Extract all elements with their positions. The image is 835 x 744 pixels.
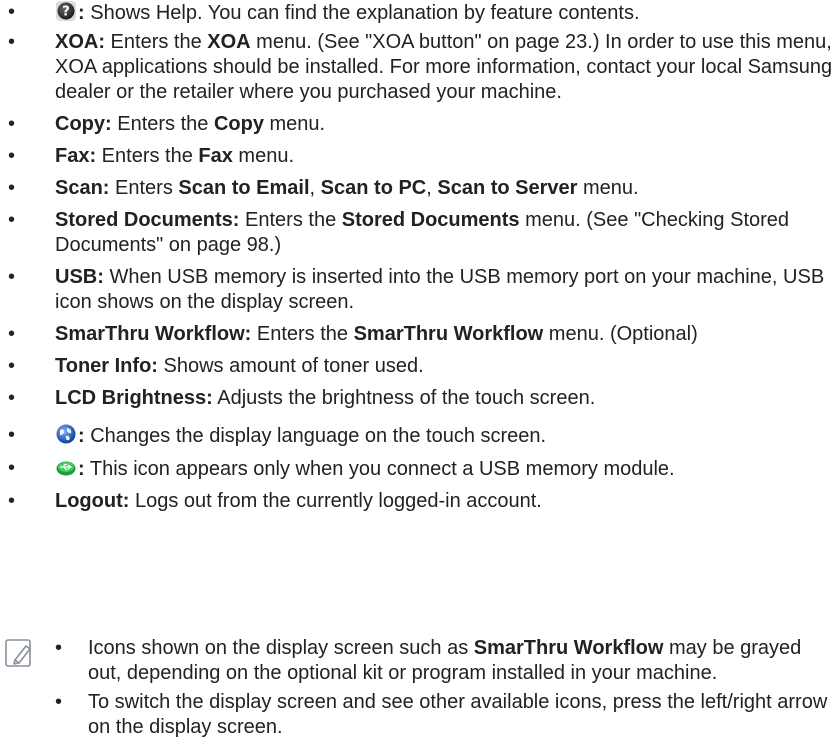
- fax-text-2: menu.: [232, 145, 295, 167]
- note-item: • Icons shown on the display screen such…: [0, 636, 835, 686]
- copy-text-2: menu.: [263, 113, 326, 135]
- list-item-fax: • Fax: Enters the Fax menu.: [0, 144, 835, 169]
- language-description: Changes the display language on the touc…: [84, 425, 547, 447]
- stored-menu-name: Stored Documents: [341, 209, 520, 231]
- list-item-scan: • Scan: Enters Scan to Email, Scan to PC…: [0, 176, 835, 201]
- usb-module-colon: :: [78, 458, 85, 480]
- bullet: •: [8, 424, 16, 446]
- copy-label: Copy:: [55, 113, 112, 135]
- language-colon: :: [78, 425, 85, 447]
- bullet: •: [8, 177, 16, 199]
- smarthru-menu-name: SmarThru Workflow: [353, 323, 544, 345]
- help-colon: :: [78, 2, 85, 24]
- lcd-text: Adjusts the brightness of the touch scre…: [212, 387, 596, 409]
- list-item-help: • ? : Shows Help. You can find the expla…: [0, 0, 835, 26]
- fax-text: Enters the: [96, 145, 199, 167]
- note-item: • To switch the display screen and see o…: [0, 690, 835, 740]
- xoa-menu-name: XOA: [207, 31, 251, 53]
- scan-sep: ,: [426, 177, 438, 199]
- xoa-text: Enters the: [105, 31, 208, 53]
- bullet: •: [55, 691, 63, 713]
- note-block: • Icons shown on the display screen such…: [0, 636, 835, 744]
- stored-text: Enters the: [239, 209, 342, 231]
- list-item-lcd-brightness: • LCD Brightness: Adjusts the brightness…: [0, 386, 835, 411]
- bullet: •: [8, 1, 16, 23]
- copy-menu-name: Copy: [213, 113, 264, 135]
- usb-module-icon: [56, 461, 76, 476]
- list-item-copy: • Copy: Enters the Copy menu.: [0, 112, 835, 137]
- feature-list: • ? : Shows Help. You can find the expla…: [0, 0, 835, 514]
- bullet: •: [8, 490, 16, 512]
- logout-label: Logout:: [55, 490, 130, 512]
- globe-icon: [56, 424, 76, 444]
- fax-menu-name: Fax: [198, 145, 233, 167]
- note-smarthru-name: SmarThru Workflow: [473, 637, 664, 659]
- scan-to-email: Scan to Email: [178, 177, 310, 199]
- list-item-logout: • Logout: Logs out from the currently lo…: [0, 489, 835, 514]
- bullet: •: [8, 145, 16, 167]
- list-item-toner-info: • Toner Info: Shows amount of toner used…: [0, 354, 835, 379]
- bullet: •: [8, 355, 16, 377]
- usb-module-description: This icon appears only when you connect …: [84, 458, 675, 480]
- help-description: Shows Help. You can find the explanation…: [84, 2, 640, 24]
- scan-to-pc: Scan to PC: [320, 177, 427, 199]
- smarthru-label: SmarThru Workflow:: [55, 323, 252, 345]
- bullet: •: [8, 266, 16, 288]
- note-text: To switch the display screen and see oth…: [88, 691, 828, 738]
- usb-label: USB:: [55, 266, 104, 288]
- note-list: • Icons shown on the display screen such…: [0, 636, 835, 740]
- list-item-stored-documents: • Stored Documents: Enters the Stored Do…: [0, 208, 835, 258]
- list-item-smarthru: • SmarThru Workflow: Enters the SmarThru…: [0, 322, 835, 347]
- manual-page: • ? : Shows Help. You can find the expla…: [0, 0, 835, 744]
- help-icon: ?: [56, 1, 76, 21]
- scan-sep: ,: [309, 177, 321, 199]
- lcd-label: LCD Brightness:: [55, 387, 213, 409]
- bullet: •: [8, 31, 16, 53]
- smarthru-text: Enters the: [251, 323, 354, 345]
- bullet: •: [8, 323, 16, 345]
- bullet: •: [8, 457, 16, 479]
- list-item-usb: • USB: When USB memory is inserted into …: [0, 265, 835, 315]
- stored-documents-label: Stored Documents:: [55, 209, 240, 231]
- xoa-label: XOA:: [55, 31, 105, 53]
- scan-to-server: Scan to Server: [437, 177, 578, 199]
- list-item-language: • : Changes the display language on the …: [0, 423, 835, 449]
- bullet: •: [8, 209, 16, 231]
- toner-text: Shows amount of toner used.: [157, 355, 424, 377]
- scan-text-2: menu.: [577, 177, 639, 199]
- svg-text:?: ?: [62, 5, 70, 20]
- toner-label: Toner Info:: [55, 355, 158, 377]
- bullet: •: [8, 113, 16, 135]
- usb-text: When USB memory is inserted into the USB…: [55, 266, 825, 313]
- smarthru-text-2: menu. (Optional): [543, 323, 698, 345]
- bullet: •: [55, 637, 63, 659]
- scan-text: Enters: [109, 177, 179, 199]
- fax-label: Fax:: [55, 145, 97, 167]
- scan-label: Scan:: [55, 177, 110, 199]
- bullet: •: [8, 387, 16, 409]
- list-item-usb-module: • : This icon appears only when you conn…: [0, 456, 835, 482]
- note-text: Icons shown on the display screen such a…: [88, 637, 474, 659]
- list-item-xoa: • XOA: Enters the XOA menu. (See "XOA bu…: [0, 30, 835, 105]
- copy-text: Enters the: [111, 113, 214, 135]
- logout-text: Logs out from the currently logged-in ac…: [129, 490, 542, 512]
